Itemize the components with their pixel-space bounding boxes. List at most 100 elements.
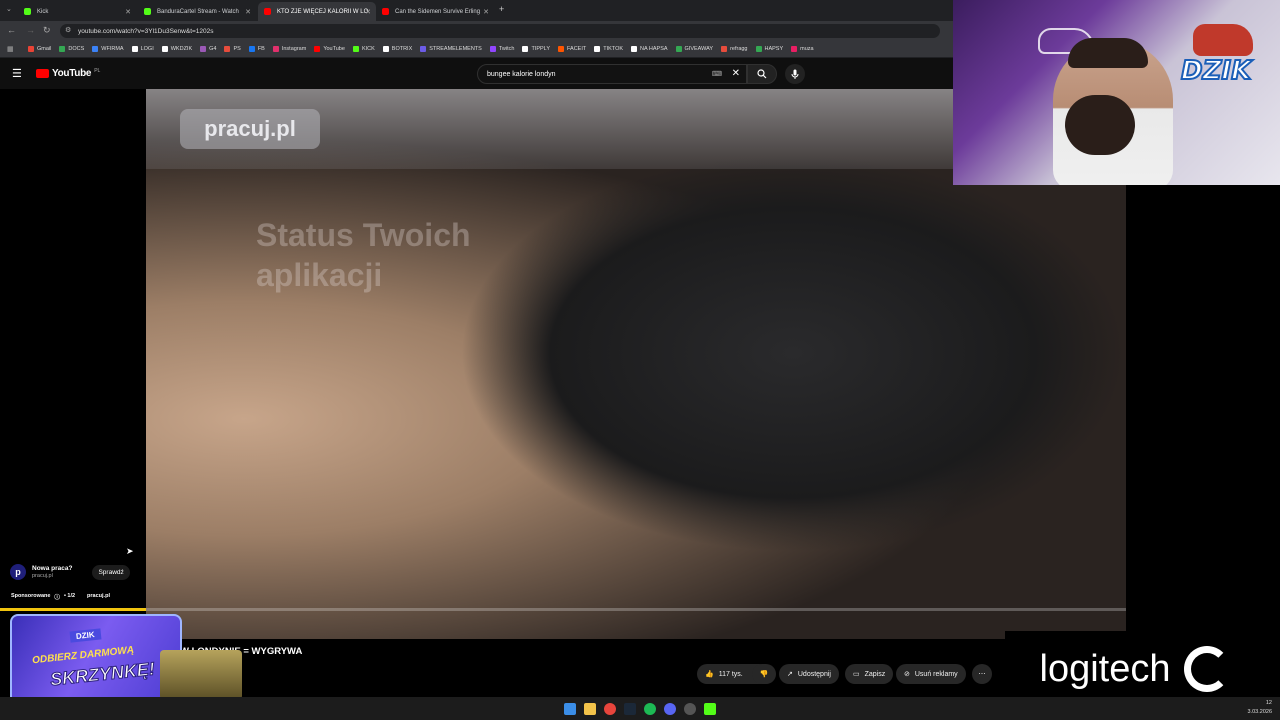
botrix-icon [382, 46, 389, 52]
clear-search-icon[interactable]: ✕ [732, 68, 740, 79]
bookmark-tiktok[interactable]: TIKTOK [594, 46, 623, 52]
info-icon[interactable]: ⓘ [54, 593, 60, 601]
url-field[interactable]: ⚙ youtube.com/watch?v=3Yl1Du3Senw&t=1202… [60, 24, 940, 38]
ad-card[interactable]: p Nowa praca? pracuj.pl Sprawdź [10, 560, 140, 584]
kick-icon [352, 46, 359, 52]
advertiser-name[interactable]: pracuj.pl [87, 593, 110, 601]
tab-kick[interactable]: Kick ✕ [18, 2, 136, 21]
close-tab-icon[interactable]: ✕ [245, 8, 251, 16]
back-arrow-icon[interactable]: ← [7, 25, 16, 35]
promo-line-2: SKRZYNKĘ! [49, 658, 157, 690]
tab-banduracartel[interactable]: BanduraCartel Stream - Watch ✕ [138, 2, 256, 21]
kick-app-icon[interactable] [704, 702, 716, 715]
blurred-ad-text: Status Twoich [256, 217, 471, 253]
bookmark-instagram[interactable]: Instagram [272, 46, 306, 52]
bookmark-hapsy[interactable]: HAPSY [755, 46, 783, 52]
streamer-webcam: DZIK [953, 0, 1280, 185]
bookmark-g4[interactable]: G4 [200, 46, 216, 52]
bookmark-label: WKDZIK [170, 46, 193, 52]
twitch-icon [489, 46, 496, 52]
discord-icon[interactable] [664, 702, 676, 715]
file-explorer-icon[interactable] [584, 702, 596, 715]
system-clock[interactable]: 12 3.03.2026 [1248, 699, 1272, 717]
video-progress-bar[interactable] [146, 608, 1126, 611]
bookmark-label: TIKTOK [603, 46, 624, 52]
search-button[interactable] [747, 64, 777, 84]
bookmark-streamelements[interactable]: STREAMELEMENTS [420, 46, 482, 52]
bull-mascot-logo [1193, 24, 1253, 56]
reload-icon[interactable]: ↻ [43, 25, 51, 36]
thumbs-down-icon: 👎 [759, 671, 769, 678]
spotify-icon[interactable] [644, 702, 656, 715]
tab-label: Kick [37, 8, 49, 15]
bookmark-na-hapsa[interactable]: NA HAPSA [631, 46, 668, 52]
windows-start-icon[interactable] [564, 702, 576, 715]
tab-sidemen[interactable]: Can the Sidemen Survive Erling ✕ [376, 2, 494, 21]
ad-cta-button[interactable]: Sprawdź [92, 564, 130, 580]
bookmark-fb[interactable]: FB [248, 46, 265, 52]
kick-icon [24, 8, 31, 15]
bookmark-logi[interactable]: LOGI [131, 46, 154, 52]
bookmark-label: refragg [730, 46, 748, 52]
new-tab-button[interactable]: + [499, 4, 504, 14]
obs-icon[interactable] [684, 702, 696, 715]
tab-search-icon[interactable]: ⌄ [6, 5, 12, 13]
tab-label: BanduraCartel Stream - Watch [157, 8, 239, 15]
share-label: Udostępnij [797, 670, 831, 678]
menu-icon[interactable]: ☰ [12, 67, 22, 80]
bookmark-docs[interactable]: DOCS [59, 46, 84, 52]
giveaway-icon [675, 46, 682, 52]
bookmark-label: Gmail [37, 46, 52, 52]
bookmark-label: LOGI [140, 46, 154, 52]
voice-search-button[interactable] [785, 64, 805, 84]
browser-tab-bar: ⌄ Kick ✕ BanduraCartel Stream - Watch ✕ KT… [0, 0, 953, 21]
bookmark-label: STREAMELEMENTS [429, 46, 482, 52]
share-icon: ↗ [787, 671, 793, 678]
chrome-icon[interactable] [604, 702, 616, 715]
apps-grid-icon[interactable]: ▦ [7, 45, 14, 53]
bookmark-muza[interactable]: muza [791, 46, 814, 52]
dislike-button[interactable]: 👎 [752, 664, 776, 684]
more-icon: ⋯ [978, 671, 986, 678]
youtube-wordmark: YouTube [52, 68, 92, 79]
docs-icon [59, 46, 66, 52]
close-tab-icon[interactable]: ✕ [365, 8, 371, 16]
bookmark-label: FACEIT [566, 46, 587, 52]
bookmark-wkdzik[interactable]: WKDZIK [161, 46, 193, 52]
youtube-logo[interactable]: YouTube PL [36, 68, 100, 79]
save-button[interactable]: ▭ Zapisz [845, 664, 894, 684]
bookmark-faceit[interactable]: FACEIT [557, 46, 587, 52]
forward-arrow-icon[interactable]: → [26, 25, 35, 35]
thumbs-up-icon: 👍 [705, 671, 714, 678]
site-info-icon[interactable]: ⚙ [65, 26, 71, 34]
blurred-ad-text: aplikacji [256, 257, 383, 293]
bookmark-tipply[interactable]: TIPPLY [522, 46, 550, 52]
keyboard-icon[interactable]: ⌨ [712, 70, 722, 78]
steam-icon[interactable] [624, 702, 636, 715]
bookmark-youtube[interactable]: YouTube [314, 46, 345, 52]
bookmark-ps[interactable]: PS [224, 46, 241, 52]
bookmark-gmail[interactable]: Gmail [28, 46, 51, 52]
url-text: youtube.com/watch?v=3Yl1Du3Senw&t=1202s [78, 27, 214, 35]
close-tab-icon[interactable]: ✕ [483, 8, 489, 16]
close-tab-icon[interactable]: ✕ [125, 8, 131, 16]
tiktok-icon [594, 46, 601, 52]
share-button[interactable]: ↗ Udostępnij [779, 664, 839, 684]
bookmark-refragg[interactable]: refragg [721, 46, 748, 52]
logitech-logo: logitech [1005, 631, 1265, 707]
gmail-icon [28, 46, 34, 52]
search-input[interactable]: bungee kalorie londyn ⌨ ✕ [477, 64, 747, 84]
bookmark-botrix[interactable]: BOTRIX [382, 46, 412, 52]
kick-icon [144, 8, 151, 15]
bookmark-wfirma[interactable]: WFIRMA [92, 46, 124, 52]
bookmark-kick[interactable]: KICK [352, 46, 375, 52]
bookmark-label: G4 [209, 46, 217, 52]
more-actions-button[interactable]: ⋯ [972, 664, 992, 684]
remove-ads-button[interactable]: ⊘ Usuń reklamy [896, 664, 966, 684]
bookmark-twitch[interactable]: Twitch [489, 46, 514, 52]
bookmark-label: muza [800, 46, 814, 52]
bookmark-label: NA HAPSA [640, 46, 668, 52]
hapsy-icon [755, 46, 762, 52]
tab-active-youtube[interactable]: KTO ZJE WIĘCEJ KALORII W LO ✕ [258, 2, 376, 21]
bookmark-giveaway[interactable]: GIVEAWAY [675, 46, 713, 52]
